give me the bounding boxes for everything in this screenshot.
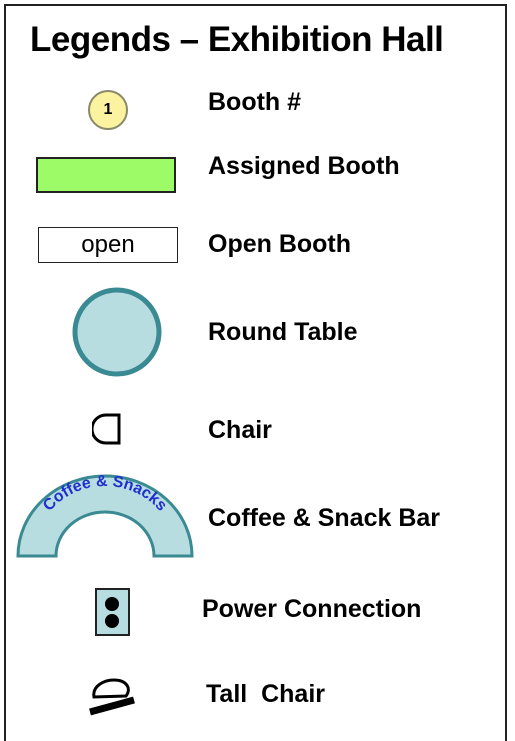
- power-dot-bottom: [105, 614, 119, 628]
- legend-label-tall-chair: Tall Chair: [206, 680, 326, 708]
- legend-label-open-booth: Open Booth: [208, 230, 352, 258]
- legend-title: Legends – Exhibition Hall: [30, 20, 444, 59]
- coffee-snack-bar-symbol: Coffee & Snacks: [16, 473, 194, 558]
- power-connection-symbol: [95, 588, 130, 636]
- power-dot-top: [105, 597, 119, 611]
- legend-label-coffee-snack-bar: Coffee & Snack Bar: [208, 504, 441, 532]
- legend-label-chair: Chair: [208, 416, 272, 444]
- round-table-symbol: [72, 287, 162, 377]
- booth-number-text: 1: [103, 101, 113, 118]
- legend-label-power-connection: Power Connection: [202, 595, 422, 623]
- chair-symbol: [92, 413, 121, 445]
- legend-label-round-table: Round Table: [208, 318, 358, 346]
- legend-label-assigned-booth: Assigned Booth: [208, 152, 400, 180]
- booth-number-symbol: 1: [88, 90, 128, 130]
- open-booth-text: open: [81, 231, 135, 258]
- assigned-booth-symbol: [36, 157, 176, 193]
- legend-label-booth-number: Booth #: [208, 88, 302, 116]
- open-booth-symbol: open: [38, 227, 178, 263]
- tall-chair-symbol: [89, 678, 135, 716]
